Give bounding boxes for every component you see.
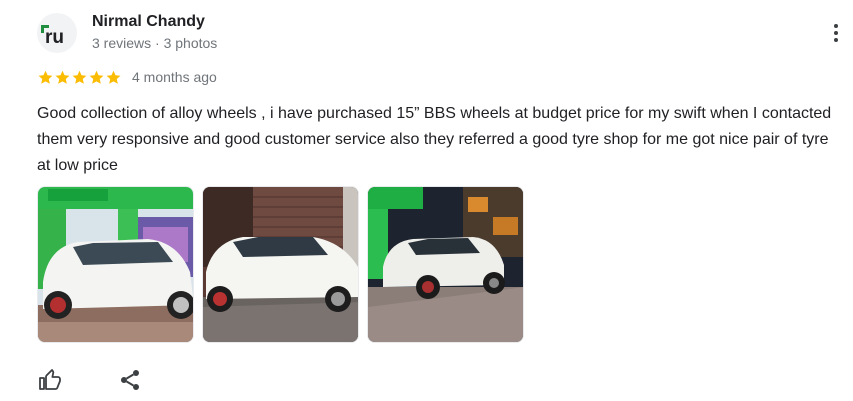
avatar[interactable]: ru xyxy=(37,13,77,53)
review-photo[interactable] xyxy=(367,186,524,343)
thumbs-up-icon xyxy=(39,369,61,390)
car-photo-icon xyxy=(203,187,358,342)
review-photo[interactable] xyxy=(202,186,359,343)
car-photo-icon xyxy=(368,187,523,342)
star-icon xyxy=(55,70,70,84)
review-actions xyxy=(37,367,143,393)
star-icon xyxy=(38,70,53,84)
avatar-logo-icon: ru xyxy=(41,25,64,48)
share-button[interactable] xyxy=(117,367,143,393)
avatar-text: ru xyxy=(45,27,64,48)
share-icon xyxy=(121,370,139,390)
car-photo-icon xyxy=(38,187,193,342)
star-icon xyxy=(89,70,104,84)
like-button[interactable] xyxy=(37,367,63,393)
review-text: Good collection of alloy wheels , i have… xyxy=(37,105,832,174)
author-name[interactable]: Nirmal Chandy xyxy=(92,13,205,31)
review-card: ru Nirmal Chandy 3 reviews · 3 photos 4 … xyxy=(0,0,853,401)
star-rating xyxy=(37,69,122,86)
photo-gallery xyxy=(37,186,524,343)
author-meta: 3 reviews · 3 photos xyxy=(92,35,218,51)
star-icon xyxy=(106,70,121,84)
rating-row: 4 months ago xyxy=(37,67,217,87)
more-options-button[interactable] xyxy=(824,20,848,46)
review-date: 4 months ago xyxy=(132,69,217,85)
review-photo[interactable] xyxy=(37,186,194,343)
more-vert-icon xyxy=(834,24,838,28)
star-icon xyxy=(72,70,87,84)
